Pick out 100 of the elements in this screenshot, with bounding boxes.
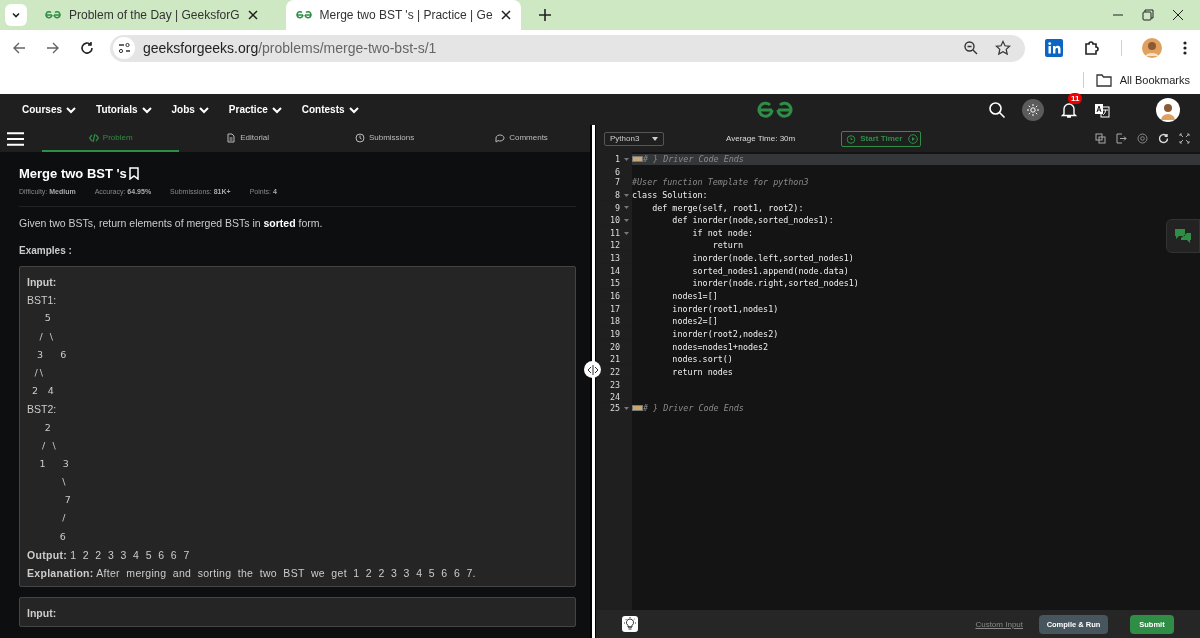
line-number: 18 [608,316,620,327]
reset-icon[interactable] [1158,133,1169,144]
puzzle-icon[interactable] [1083,39,1101,57]
folded-code-marker[interactable] [632,405,643,412]
code-line: #User function Template for python3 [632,177,809,188]
star-icon[interactable] [995,40,1011,56]
line-number: 1 [613,154,620,165]
avatar-icon[interactable] [1156,97,1180,122]
code-line: def inorder(node,sorted_nodes1): [671,215,834,226]
fold-arrow-icon[interactable] [623,405,629,411]
example-label: Input: [27,275,58,290]
code-line: nodes1=[] [671,291,718,302]
logo-icon [295,10,312,20]
code-line: if not node: [691,227,753,239]
alarm-clock-icon [846,133,857,144]
line-number: 24 [608,392,620,403]
example-text: Explanation: After merging and sorting the two BST we get 1 2 2 3 3 4 5 6 6 7. [27,566,477,581]
address-bar[interactable]: geeksforgeeks.org/problems/merge-two-bst-s/1 [110,34,1025,62]
reload-icon[interactable] [80,41,94,55]
fold-arrow-icon[interactable] [623,192,629,198]
problem-description: Given two BSTs, return elements of merged BSTs in sorted form. [19,217,324,229]
chevron-down-icon [348,105,359,114]
line-number: 25 [608,402,620,414]
nav-menu-item[interactable]: Tutorials [96,104,152,115]
browser-tab[interactable]: Problem of the Day | GeeksforG [35,0,268,30]
example-text: Output: 1 2 2 3 3 4 5 6 6 7 [27,547,191,563]
play-icon [908,133,919,144]
close-icon[interactable] [247,10,258,20]
chat-button[interactable] [1166,219,1200,253]
chevron-down-icon [198,105,209,114]
code-line: def merge(self, root1, root2): [651,202,804,214]
code-line: inorder(node.left,sorted_nodes1) [691,253,854,264]
line-number: 11 [608,227,620,239]
tab-search-button[interactable] [5,4,27,26]
close-icon[interactable] [500,10,511,20]
theme-toggle-button[interactable] [1022,98,1044,121]
code-line: inorder(node.right,sorted_nodes1) [691,278,859,290]
folded-code-marker[interactable] [632,156,643,163]
lightbulb-icon [623,617,637,631]
bell-icon[interactable] [1060,100,1078,119]
fold-arrow-icon[interactable] [623,230,629,236]
line-number: 8 [613,189,620,201]
nav-menu-item[interactable]: Contests [301,104,359,115]
fold-arrow-icon[interactable] [623,156,629,162]
line-number: 22 [608,366,620,378]
code-line: nodes.sort() [671,354,733,365]
bookmark-folder[interactable]: All Bookmarks [1095,73,1190,87]
back-icon[interactable] [12,41,26,55]
menu-icon[interactable] [1182,40,1188,56]
example-label: Input: [27,606,58,622]
close-icon[interactable] [1172,9,1184,21]
start-timer-button[interactable]: Start Timer [841,130,922,147]
restore-icon[interactable] [1142,9,1154,21]
hint-button[interactable] [622,616,638,632]
bookmark-icon[interactable] [128,166,139,180]
logo-icon [45,10,61,20]
line-number: 19 [608,328,620,340]
sun-icon [1027,103,1039,116]
forward-icon[interactable] [46,41,60,55]
fold-arrow-icon[interactable] [623,218,629,223]
clock-icon [354,132,365,143]
code-line: # } Driver Code Ends [643,154,744,165]
settings-icon[interactable] [1137,133,1148,144]
site-settings-icon[interactable] [113,37,135,59]
fold-arrow-icon[interactable] [623,205,629,211]
export-icon[interactable] [1116,133,1127,144]
comment-icon [495,132,506,143]
language-dropdown[interactable]: Python3 [604,131,664,146]
examples-heading: Examples : [19,245,73,256]
caret-icon [652,136,658,141]
nav-menu-item[interactable]: Courses [22,104,76,115]
problem-tab[interactable]: Comments [453,125,590,152]
folder-icon [1095,73,1112,87]
problem-tab[interactable]: Problem [42,125,180,152]
copy-icon[interactable] [1095,133,1106,144]
code-line: sorted_nodes1.append(node.data) [691,265,849,277]
linkedin-icon[interactable] [1045,39,1063,57]
document-icon [226,132,237,143]
code-line: return [711,240,743,252]
tree-line: 3 6 [36,347,67,362]
new-tab-icon[interactable] [538,9,551,21]
browser-tab[interactable]: Merge two BST 's | Practice | Ge [285,0,521,30]
line-number: 13 [608,253,620,264]
tree-line: \ [61,475,67,490]
example-text: BST2: [27,402,58,418]
fullscreen-icon[interactable] [1179,133,1190,144]
nav-menu-item[interactable]: Jobs [171,104,209,115]
tree-line: 5 [43,311,52,326]
custom-input-link[interactable]: Custom Input [975,619,1023,629]
logo-icon[interactable] [757,100,794,119]
line-number: 7 [613,177,620,188]
notification-badge: 11 [1068,92,1083,104]
zoom-out-icon[interactable] [963,40,979,56]
tree-line: 6 [58,529,67,544]
menu-icon[interactable] [7,130,25,147]
nav-menu-item[interactable]: Practice [228,104,282,115]
problem-tab[interactable]: Submissions [316,125,454,152]
search-icon[interactable] [988,100,1006,119]
translate-icon[interactable] [1094,101,1110,118]
problem-tab[interactable]: Editorial [179,125,317,152]
